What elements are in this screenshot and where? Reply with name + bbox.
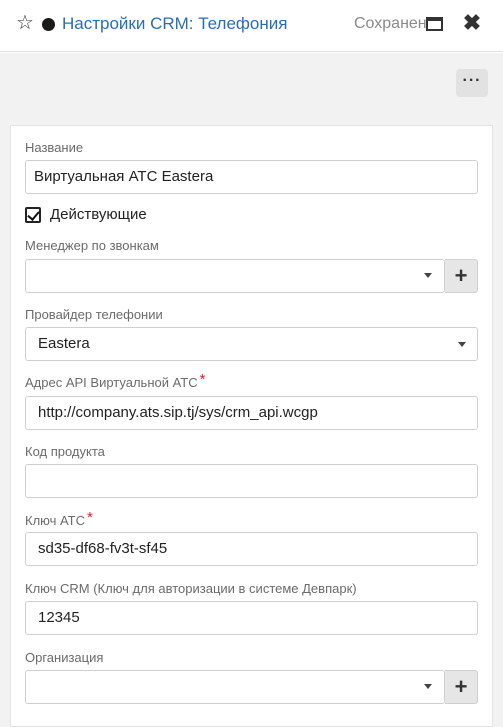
close-icon[interactable]: ✖ <box>462 11 482 35</box>
page-title: Настройки CRM: Телефония <box>62 14 288 33</box>
product-code-field[interactable] <box>25 464 478 498</box>
active-checkbox-label: Действующие <box>50 206 147 223</box>
add-organization-button[interactable]: + <box>445 670 478 704</box>
provider-chevron-down-icon[interactable] <box>458 342 466 347</box>
organization-select[interactable] <box>25 670 445 704</box>
ats-key-label: Ключ АТС * <box>25 509 93 529</box>
call-manager-select[interactable] <box>25 259 445 293</box>
crm-key-field[interactable]: 12345 <box>25 601 478 635</box>
saved-status-text: Сохранен <box>354 15 427 32</box>
api-address-field[interactable]: http://company.ats.sip.tj/sys/crm_api.wc… <box>25 396 478 430</box>
provider-label: Провайдер телефонии <box>25 307 163 322</box>
required-marker: * <box>199 371 206 388</box>
name-field[interactable]: Виртуальная АТС Eastera <box>25 160 478 194</box>
required-marker: * <box>87 509 93 526</box>
status-dot-icon <box>42 18 55 31</box>
crm-key-label: Ключ CRM (Ключ для авторизации в системе… <box>25 581 357 596</box>
provider-select[interactable]: Eastera <box>25 327 478 361</box>
name-label: Название <box>25 140 84 155</box>
ats-key-label-text: Ключ АТС <box>25 513 85 528</box>
toolbar <box>0 53 503 111</box>
window-header: ☆ Настройки CRM: Телефония Сохранен ✖ <box>0 0 503 52</box>
favorite-star-icon[interactable]: ☆ <box>16 13 36 33</box>
api-address-label-text: Адрес API Виртуальной АТС <box>25 375 198 390</box>
organization-label: Организация <box>25 650 104 665</box>
active-checkbox[interactable] <box>25 207 41 223</box>
ats-key-field[interactable]: sd35-df68-fv3t-sf45 <box>25 532 478 566</box>
add-call-manager-button[interactable]: + <box>445 259 478 293</box>
product-code-label: Код продукта <box>25 444 105 459</box>
call-manager-label: Менеджер по звонкам <box>25 238 159 253</box>
api-address-label: Адрес API Виртуальной АТС * <box>25 371 206 391</box>
more-actions-button[interactable]: ··· <box>456 69 488 97</box>
maximize-window-icon[interactable] <box>426 17 443 31</box>
organization-chevron-down-icon[interactable] <box>424 684 432 689</box>
call-manager-chevron-down-icon[interactable] <box>424 273 432 278</box>
